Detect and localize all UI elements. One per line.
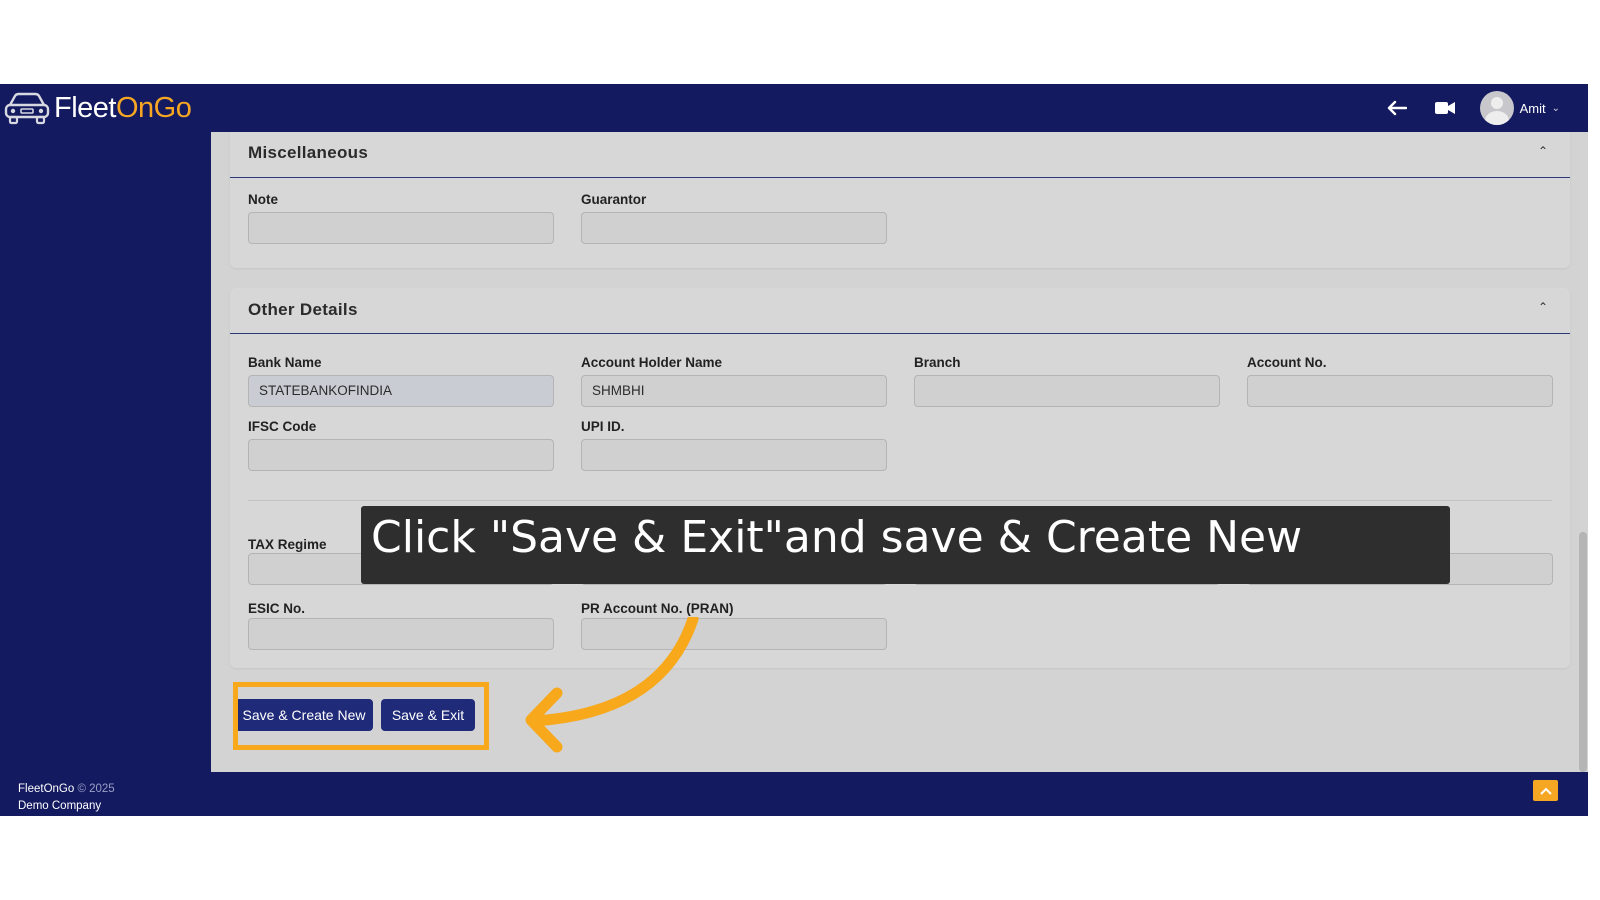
topbar-actions: Amit ⌄ (1384, 91, 1560, 125)
branch-input[interactable] (914, 375, 1220, 407)
user-name: Amit (1519, 100, 1546, 116)
other-details-card: Other Details ⌃ Bank Name STATEBANKOFIND… (230, 288, 1570, 668)
esic-input[interactable] (248, 618, 554, 650)
account-holder-label: Account Holder Name (581, 355, 723, 370)
scrollbar-thumb[interactable] (1579, 532, 1587, 772)
tutorial-arrow-icon (525, 617, 699, 753)
account-holder-input[interactable]: SHMBHI (581, 375, 887, 407)
avatar (1479, 91, 1514, 125)
miscellaneous-card: Miscellaneous ⌃ Note Guarantor (230, 132, 1570, 268)
account-no-label: Account No. (1247, 355, 1327, 370)
note-label: Note (248, 192, 278, 207)
tutorial-highlight-box (233, 682, 489, 750)
chevron-up-icon[interactable]: ⌃ (1538, 144, 1548, 158)
car-logo-icon (4, 92, 50, 125)
app-frame: FleetOnGo Amit ⌄ Miscellaneous ⌃ Note Gu… (0, 84, 1588, 816)
upi-label: UPI ID. (581, 419, 625, 434)
tutorial-tooltip: Click "Save & Exit"and save & Create New (361, 506, 1450, 584)
scroll-to-top-button[interactable] (1533, 780, 1558, 801)
main-content: Miscellaneous ⌃ Note Guarantor Other Det… (211, 132, 1588, 772)
footer-brand: FleetOnGo (18, 783, 75, 795)
footer-text: FleetOnGo © 2025 Demo Company (18, 781, 115, 815)
ifsc-label: IFSC Code (248, 419, 317, 434)
footer-company: Demo Company (18, 800, 102, 812)
chevron-down-icon: ⌄ (1551, 102, 1560, 114)
chevron-up-icon (1539, 787, 1552, 795)
tax-regime-label: TAX Regime (248, 537, 327, 552)
back-arrow-icon[interactable] (1384, 95, 1410, 121)
chevron-up-icon[interactable]: ⌃ (1538, 300, 1548, 314)
logo-text-g: G (153, 91, 177, 124)
logo-text: FleetOnGo (54, 91, 192, 125)
miscellaneous-header[interactable]: Miscellaneous ⌃ (230, 132, 1570, 178)
user-menu[interactable]: Amit ⌄ (1479, 91, 1560, 125)
fleetongo-logo[interactable]: FleetOnGo (4, 90, 192, 126)
footer: FleetOnGo © 2025 Demo Company (0, 772, 1588, 816)
pran-label: PR Account No. (PRAN) (581, 601, 734, 616)
top-navbar: FleetOnGo Amit ⌄ (0, 84, 1588, 132)
guarantor-label: Guarantor (581, 192, 647, 207)
other-details-title: Other Details (248, 300, 358, 319)
footer-copyright: © 2025 (77, 783, 115, 795)
bank-name-input[interactable]: STATEBANKOFINDIA (248, 375, 554, 407)
miscellaneous-title: Miscellaneous (248, 143, 369, 162)
logo-text-on: On (115, 91, 154, 124)
esic-label: ESIC No. (248, 601, 306, 616)
bank-name-label: Bank Name (248, 355, 322, 370)
branch-label: Branch (914, 355, 961, 370)
section-divider (248, 500, 1552, 501)
video-camera-icon[interactable] (1432, 95, 1458, 121)
logo-text-o: o (175, 91, 192, 124)
guarantor-input[interactable] (581, 212, 887, 244)
ifsc-input[interactable] (248, 439, 554, 471)
note-input[interactable] (248, 212, 554, 244)
account-no-input[interactable] (1247, 375, 1553, 407)
upi-input[interactable] (581, 439, 887, 471)
logo-text-fleet: Fleet (54, 91, 116, 124)
scrollbar[interactable] (1578, 132, 1588, 772)
other-details-header[interactable]: Other Details ⌃ (230, 288, 1570, 334)
